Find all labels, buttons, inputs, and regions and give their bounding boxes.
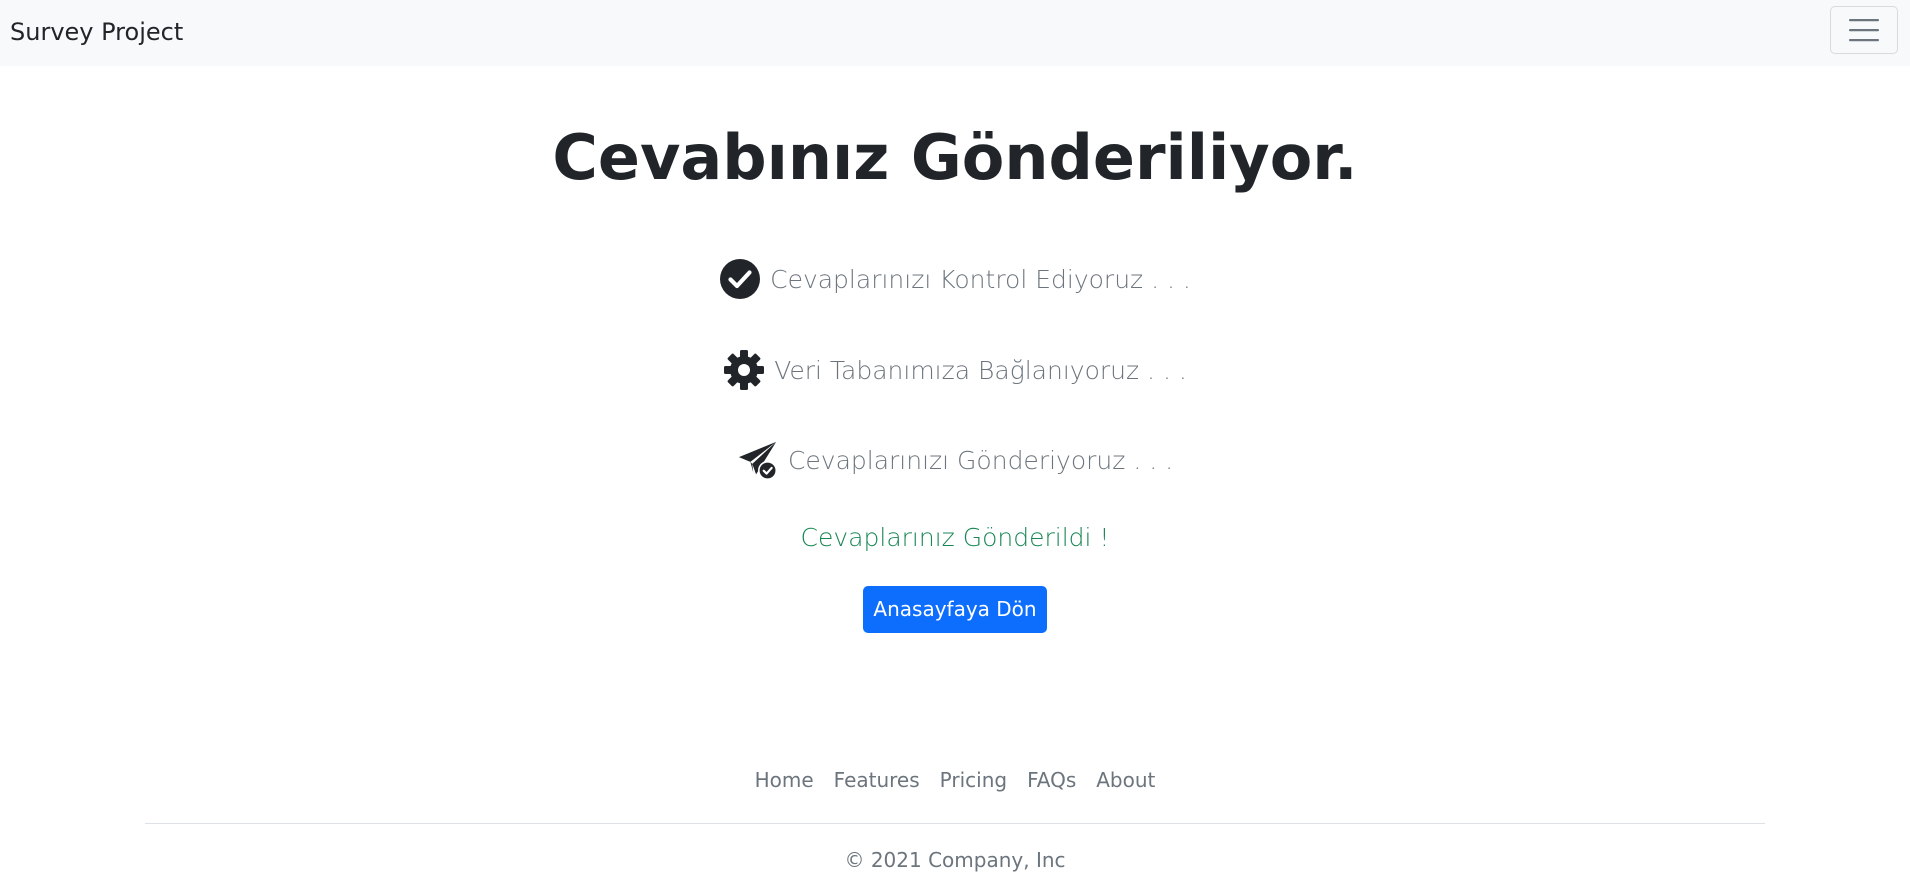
footer-divider [145, 823, 1765, 824]
footer-link-faqs[interactable]: FAQs [1017, 764, 1086, 796]
footer-link-features[interactable]: Features [824, 764, 930, 796]
step-connect-database: Veri Tabanımıza Bağlanıyoruz . . . [0, 348, 1910, 392]
page-title: Cevabınız Gönderiliyor. [552, 121, 1358, 194]
footer-nav-item: Home [745, 764, 824, 796]
footer-nav-item: Pricing [930, 764, 1017, 796]
success-message: Cevaplarınız Gönderildi ! [800, 523, 1110, 552]
step-check-answers: Cevaplarınızı Kontrol Ediyoruz . . . [0, 257, 1910, 301]
navbar-brand[interactable]: Survey Project [10, 16, 183, 48]
footer-link-pricing[interactable]: Pricing [930, 764, 1017, 796]
hamburger-menu-icon [1849, 19, 1879, 42]
footer-nav-item: About [1086, 764, 1165, 796]
navbar: Survey Project [0, 0, 1910, 66]
step-label: Cevaplarınızı Kontrol Ediyoruz . . . [770, 264, 1191, 294]
copyright-text: © 2021 Company, Inc [844, 848, 1066, 872]
footer-link-home[interactable]: Home [745, 764, 824, 796]
step-label: Veri Tabanımıza Bağlanıyoruz . . . [774, 355, 1187, 385]
gear-icon [723, 349, 765, 391]
step-label: Cevaplarınızı Gönderiyoruz . . . [787, 445, 1174, 475]
home-button[interactable]: Anasayfaya Dön [863, 586, 1047, 633]
footer-link-about[interactable]: About [1086, 764, 1165, 796]
footer-nav: Home Features Pricing FAQs About [0, 764, 1910, 796]
navbar-toggler-button[interactable] [1830, 6, 1898, 54]
check-circle-icon [719, 258, 761, 300]
footer-nav-item: Features [824, 764, 930, 796]
paper-plane-check-icon [737, 439, 779, 481]
footer-nav-item: FAQs [1017, 764, 1086, 796]
step-send-answers: Cevaplarınızı Gönderiyoruz . . . [0, 438, 1910, 482]
